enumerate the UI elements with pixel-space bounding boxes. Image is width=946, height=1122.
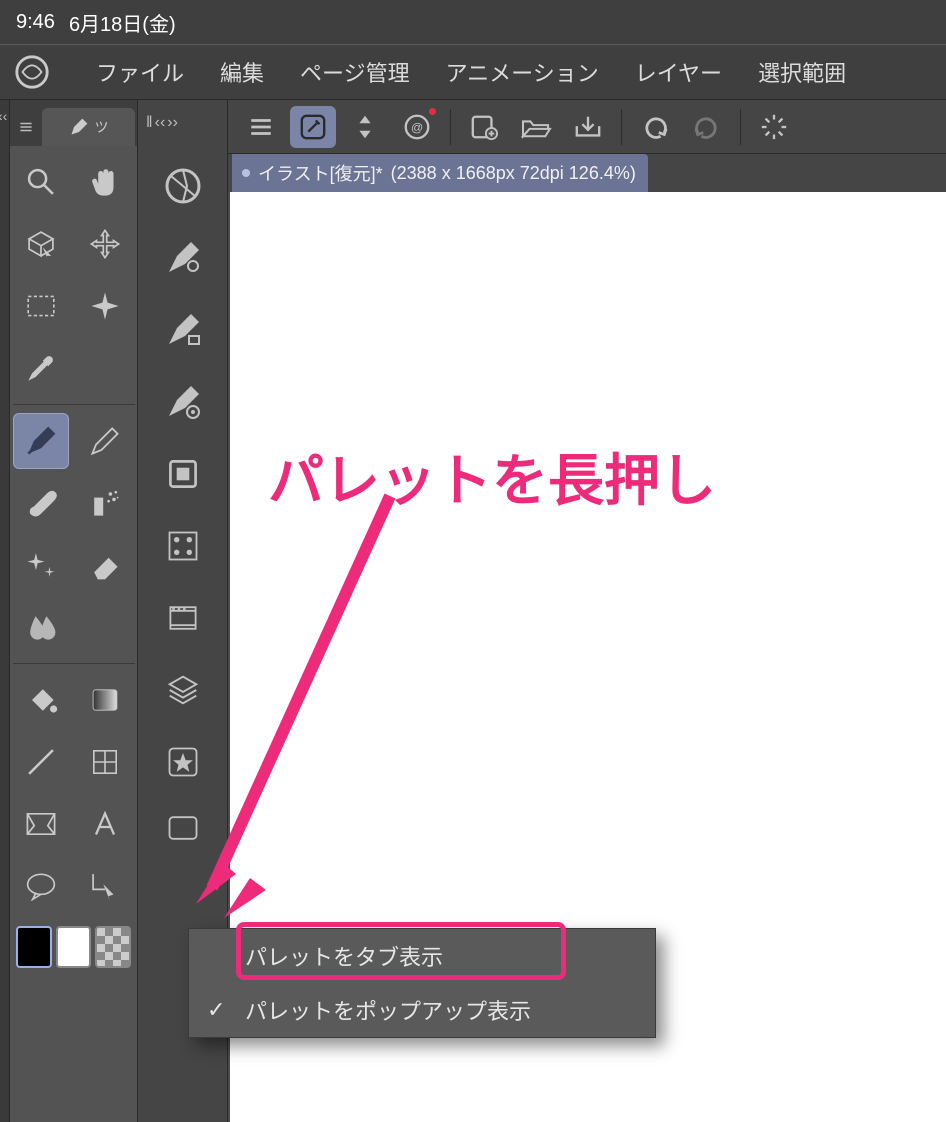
operation-tool[interactable] — [13, 216, 69, 272]
collapse-strip[interactable]: ‹‹ — [0, 100, 10, 1122]
command-bar: @ — [228, 100, 946, 154]
undo-icon[interactable] — [632, 106, 678, 148]
tool-separator — [13, 404, 135, 405]
subview-pen2-icon[interactable] — [155, 302, 211, 358]
ios-status-bar: 9:46 6月18日(金) — [0, 0, 946, 44]
chevron-left-icon: ‹‹ — [0, 108, 7, 124]
document-tab[interactable]: イラスト[復元]* (2388 x 1668px 72dpi 126.4%) — [232, 154, 648, 192]
layer-palette-icon[interactable] — [155, 662, 211, 718]
fill-tool[interactable] — [13, 672, 69, 728]
hand-tool[interactable] — [77, 154, 133, 210]
tool-tab-label: ツ — [95, 117, 109, 137]
foreground-color-swatch[interactable] — [16, 926, 52, 968]
auto-select-tool[interactable] — [77, 278, 133, 334]
drag-handle-icon: ‖ — [146, 114, 153, 132]
menu-edit[interactable]: 編集 — [202, 50, 282, 94]
background-color-swatch[interactable] — [56, 926, 92, 968]
brush-tool[interactable] — [13, 475, 69, 531]
dock-collapse[interactable]: ‖ ‹‹ ›› — [138, 108, 178, 138]
open-file-icon[interactable] — [513, 106, 559, 148]
separator — [450, 109, 451, 145]
navigator-palette-icon[interactable] — [155, 158, 211, 214]
tab-menu-icon[interactable] — [12, 108, 40, 146]
document-tab-bar: イラスト[復元]* (2388 x 1668px 72dpi 126.4%) — [228, 154, 946, 192]
document-spec: (2388 x 1668px 72dpi 126.4%) — [391, 163, 636, 184]
svg-text:@: @ — [411, 120, 423, 134]
pen-tab-icon — [69, 117, 89, 137]
clock: 9:46 — [16, 11, 55, 34]
menu-animation[interactable]: アニメーション — [428, 50, 617, 94]
blend-tool[interactable] — [13, 599, 69, 655]
date: 6月18日(金) — [69, 8, 176, 37]
eyedropper-tool[interactable] — [13, 340, 69, 396]
tool-separator — [13, 663, 135, 664]
separator — [740, 109, 741, 145]
subview-pen3-icon[interactable] — [155, 374, 211, 430]
redo-icon[interactable] — [684, 106, 730, 148]
tool-tab-active[interactable]: ツ — [42, 108, 135, 146]
app-logo-icon[interactable] — [10, 50, 54, 94]
context-item-popup-display[interactable]: ✓ パレットをポップアップ表示 — [189, 983, 655, 1037]
airbrush-tool[interactable] — [77, 475, 133, 531]
gradient-tool[interactable] — [77, 672, 133, 728]
magnifier-tool[interactable] — [13, 154, 69, 210]
pen-tool[interactable] — [13, 413, 69, 469]
tool-grid — [10, 146, 137, 922]
item-bank-icon[interactable] — [155, 446, 211, 502]
line-tool[interactable] — [13, 734, 69, 790]
works-icon[interactable]: @ — [394, 106, 440, 148]
tone-palette-icon[interactable] — [155, 518, 211, 574]
decoration-tool[interactable] — [13, 537, 69, 593]
material-star-icon[interactable] — [155, 734, 211, 790]
chevron-right-icon: ›› — [167, 114, 178, 132]
updown-icon[interactable] — [342, 106, 388, 148]
annotation-label: パレットを長押し — [268, 436, 716, 517]
tool-palette: ツ — [10, 100, 138, 1122]
new-file-icon[interactable] — [461, 106, 507, 148]
checkmark-icon: ✓ — [207, 997, 225, 1023]
correct-line-tool[interactable] — [77, 858, 133, 914]
context-item-label: パレットをポップアップ表示 — [245, 994, 531, 1026]
pencil-tool[interactable] — [77, 413, 133, 469]
context-item-tab-display[interactable]: パレットをタブ表示 — [189, 929, 655, 983]
save-file-icon[interactable] — [565, 106, 611, 148]
menu-selection[interactable]: 選択範囲 — [740, 50, 864, 94]
menu-file[interactable]: ファイル — [78, 50, 202, 94]
chevron-left-icon: ‹‹ — [155, 114, 166, 132]
transparent-color-swatch[interactable] — [95, 926, 131, 968]
document-name: イラスト[復元]* — [258, 160, 383, 186]
text-tool[interactable] — [77, 796, 133, 852]
menu-layer[interactable]: レイヤー — [617, 50, 740, 94]
move-tool[interactable] — [77, 216, 133, 272]
figure-tool[interactable] — [77, 734, 133, 790]
material-panel-icon[interactable] — [155, 800, 211, 856]
context-item-label: パレットをタブ表示 — [245, 940, 443, 972]
subview-pen-icon[interactable] — [155, 230, 211, 286]
animation-palette-icon[interactable] — [155, 590, 211, 646]
eraser-tool[interactable] — [77, 537, 133, 593]
palette-context-menu: パレットをタブ表示 ✓ パレットをポップアップ表示 — [188, 928, 656, 1038]
unsaved-dot-icon — [242, 169, 250, 177]
app-menu-bar: ファイル 編集 ページ管理 アニメーション レイヤー 選択範囲 — [0, 44, 946, 100]
balloon-tool[interactable] — [13, 858, 69, 914]
tool-tab-bar: ツ — [10, 100, 137, 146]
loading-spinner-icon — [751, 106, 797, 148]
frame-tool[interactable] — [13, 796, 69, 852]
command-menu-icon[interactable] — [238, 106, 284, 148]
menu-page[interactable]: ページ管理 — [282, 50, 428, 94]
separator — [621, 109, 622, 145]
marquee-tool[interactable] — [13, 278, 69, 334]
clip-studio-icon[interactable] — [290, 106, 336, 148]
color-swatches — [10, 922, 137, 976]
